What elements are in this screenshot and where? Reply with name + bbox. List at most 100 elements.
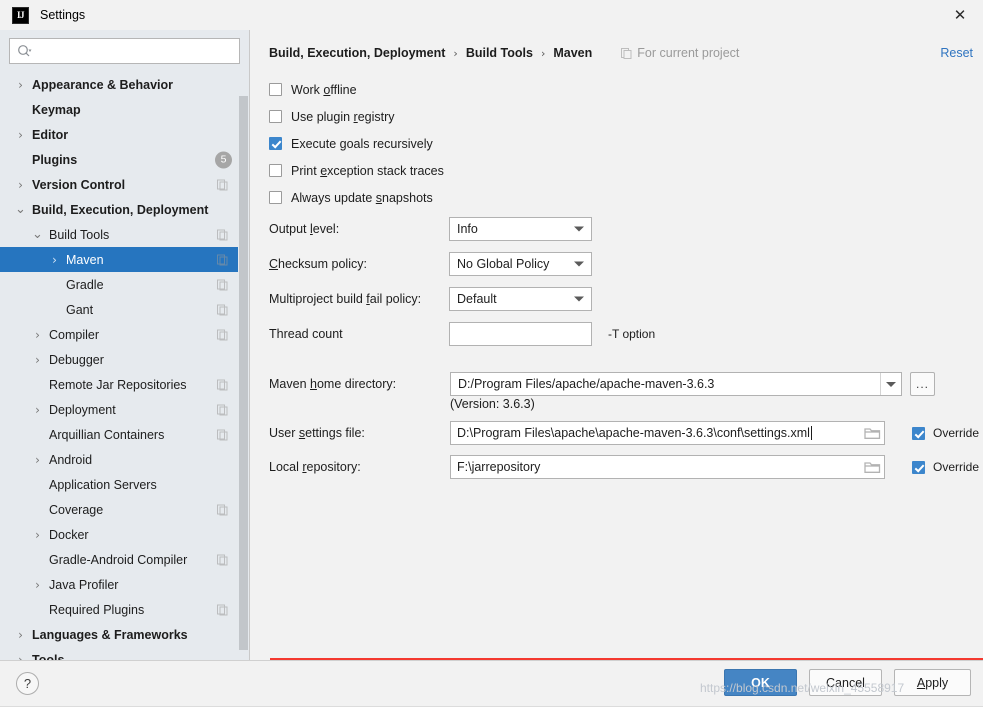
- search-box[interactable]: [9, 38, 240, 64]
- checkbox-row-print-exception-stack-traces[interactable]: Print exception stack traces: [269, 157, 983, 184]
- sidebar-item-keymap[interactable]: ›Keymap: [0, 97, 249, 122]
- combo-output-level[interactable]: Info: [449, 216, 592, 241]
- local-repository-input[interactable]: F:\jarrepository: [450, 455, 885, 479]
- sidebar-item-docker[interactable]: › Docker: [0, 522, 249, 547]
- chevron-right-icon[interactable]: ›: [14, 178, 27, 192]
- input-thread-count[interactable]: [449, 321, 592, 346]
- sidebar-item-label: Gant: [66, 302, 94, 317]
- browse-maven-home-button[interactable]: ...: [910, 372, 935, 396]
- sidebar-item-appearance-behavior[interactable]: › Appearance & Behavior: [0, 72, 249, 97]
- chevron-right-icon[interactable]: ›: [48, 253, 61, 267]
- sidebar-item-label: Keymap: [32, 102, 81, 117]
- chevron-right-icon[interactable]: ›: [31, 528, 44, 542]
- chevron-right-icon[interactable]: ›: [14, 128, 27, 142]
- sidebar-item-java-profiler[interactable]: › Java Profiler: [0, 572, 249, 597]
- ok-button[interactable]: OK: [724, 669, 797, 696]
- checkbox-use-plugin-registry[interactable]: [269, 110, 282, 123]
- checkbox-always-update-snapshots[interactable]: [269, 191, 282, 204]
- field-label-multiproject-build-fail-policy: Multiproject build fail policy:: [269, 291, 422, 306]
- sidebar-item-gradle[interactable]: ›Gradle: [0, 272, 249, 297]
- copy-icon: [217, 254, 228, 265]
- sidebar-item-version-control[interactable]: › Version Control: [0, 172, 249, 197]
- local-repository-override-checkbox[interactable]: [912, 460, 925, 474]
- field-hint: -T option: [608, 326, 656, 341]
- breadcrumb-item-1[interactable]: Build Tools: [466, 46, 533, 60]
- combo-value: Info: [457, 221, 478, 236]
- settings-main-panel: Build, Execution, Deployment › Build Too…: [251, 30, 983, 660]
- chevron-right-icon[interactable]: ›: [31, 328, 44, 342]
- checkbox-row-work-offline[interactable]: Work offline: [269, 76, 983, 103]
- checkbox-execute-goals-recursively[interactable]: [269, 137, 282, 150]
- sidebar-scrollbar-thumb[interactable]: [239, 96, 248, 650]
- checkbox-work-offline[interactable]: [269, 83, 282, 96]
- user-settings-file-row: User settings file: D:\Program Files\apa…: [269, 416, 983, 450]
- local-repository-override-group[interactable]: Override: [912, 460, 979, 474]
- sidebar-item-gradle-android-compiler[interactable]: ›Gradle-Android Compiler: [0, 547, 249, 572]
- breadcrumb-item-2[interactable]: Maven: [553, 46, 592, 60]
- copy-icon: [217, 504, 228, 515]
- help-button[interactable]: ?: [16, 672, 39, 695]
- field-label-thread-count: Thread count: [269, 326, 343, 341]
- user-settings-override-group[interactable]: Override: [912, 426, 979, 440]
- sidebar-item-tools[interactable]: › Tools: [0, 647, 249, 661]
- sidebar-item-application-servers[interactable]: ›Application Servers: [0, 472, 249, 497]
- checkbox-row-always-update-snapshots[interactable]: Always update snapshots: [269, 184, 983, 211]
- chevron-right-icon[interactable]: ›: [14, 653, 27, 661]
- maven-settings-content: Work offline Use plugin registry Execute g…: [251, 66, 983, 660]
- sidebar-item-coverage[interactable]: ›Coverage: [0, 497, 249, 522]
- maven-home-directory-combo[interactable]: D:/Program Files/apache/apache-maven-3.6…: [450, 372, 902, 396]
- chevron-down-icon[interactable]: [574, 226, 584, 231]
- chevron-right-icon[interactable]: ›: [31, 453, 44, 467]
- combo-checksum-policy[interactable]: No Global Policy: [449, 251, 592, 276]
- sidebar-item-required-plugins[interactable]: ›Required Plugins: [0, 597, 249, 622]
- combo-multiproject-build-fail-policy[interactable]: Default: [449, 286, 592, 311]
- sidebar-item-gant[interactable]: ›Gant: [0, 297, 249, 322]
- sidebar-item-maven[interactable]: › Maven: [0, 247, 249, 272]
- sidebar-item-editor[interactable]: › Editor: [0, 122, 249, 147]
- combo-value: No Global Policy: [457, 256, 550, 271]
- local-repository-row: Local repository: F:\jarrepository Overr…: [269, 450, 983, 484]
- chevron-right-icon[interactable]: ›: [31, 403, 44, 417]
- folder-icon[interactable]: [863, 425, 881, 441]
- cancel-button[interactable]: Cancel: [809, 669, 882, 696]
- copy-icon: [217, 554, 228, 565]
- sidebar-item-android[interactable]: › Android: [0, 447, 249, 472]
- chevron-down-icon[interactable]: [880, 373, 901, 395]
- folder-icon[interactable]: [863, 459, 881, 475]
- sidebar-item-deployment[interactable]: › Deployment: [0, 397, 249, 422]
- sidebar-item-label: Editor: [32, 127, 69, 142]
- search-container: [0, 30, 249, 70]
- sidebar-scrollbar[interactable]: [238, 68, 249, 660]
- reset-link[interactable]: Reset: [940, 46, 973, 60]
- checkbox-print-exception-stack-traces[interactable]: [269, 164, 282, 177]
- chevron-right-icon[interactable]: ›: [14, 628, 27, 642]
- close-icon[interactable]: ✕: [937, 0, 983, 30]
- copy-icon: [217, 229, 228, 240]
- sidebar-item-label: Gradle: [66, 277, 104, 292]
- sidebar-item-build-tools[interactable]: ⌄ Build Tools: [0, 222, 249, 247]
- user-settings-override-checkbox[interactable]: [912, 426, 925, 440]
- sidebar-item-arquillian-containers[interactable]: ›Arquillian Containers: [0, 422, 249, 447]
- checkbox-label: Always update snapshots: [291, 190, 433, 205]
- copy-icon: [217, 604, 228, 615]
- chevron-right-icon[interactable]: ›: [31, 578, 44, 592]
- breadcrumb-item-0[interactable]: Build, Execution, Deployment: [269, 46, 445, 60]
- sidebar-item-plugins[interactable]: ›Plugins5: [0, 147, 249, 172]
- chevron-down-icon[interactable]: ⌄: [14, 203, 27, 216]
- sidebar-item-languages-frameworks[interactable]: › Languages & Frameworks: [0, 622, 249, 647]
- sidebar-item-remote-jar-repositories[interactable]: ›Remote Jar Repositories: [0, 372, 249, 397]
- user-settings-file-input[interactable]: D:\Program Files\apache\apache-maven-3.6…: [450, 421, 885, 445]
- field-group: Output level: Info Checksum policy: No Glob…: [269, 211, 983, 351]
- sidebar-item-compiler[interactable]: › Compiler: [0, 322, 249, 347]
- chevron-down-icon[interactable]: [574, 296, 584, 301]
- chevron-down-icon[interactable]: [574, 261, 584, 266]
- checkbox-row-execute-goals-recursively[interactable]: Execute goals recursively: [269, 130, 983, 157]
- scope-label: For current project: [637, 46, 740, 60]
- chevron-right-icon[interactable]: ›: [31, 353, 44, 367]
- checkbox-row-use-plugin-registry[interactable]: Use plugin registry: [269, 103, 983, 130]
- apply-button[interactable]: Apply: [894, 669, 971, 696]
- chevron-right-icon[interactable]: ›: [14, 78, 27, 92]
- sidebar-item-build-execution-deployment[interactable]: ⌄ Build, Execution, Deployment: [0, 197, 249, 222]
- sidebar-item-debugger[interactable]: › Debugger: [0, 347, 249, 372]
- chevron-down-icon[interactable]: ⌄: [31, 228, 44, 241]
